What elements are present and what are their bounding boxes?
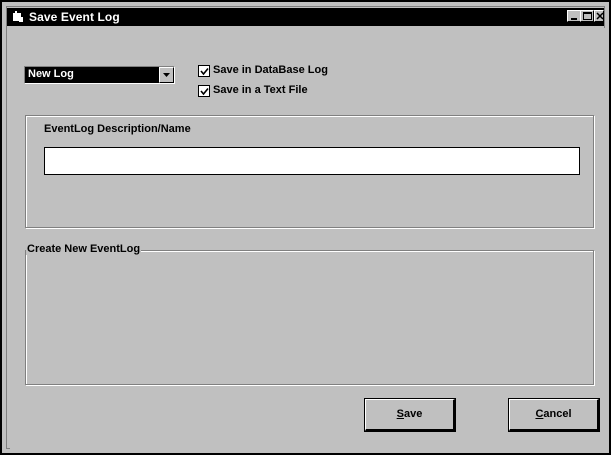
app-icon: [12, 11, 24, 23]
save-label-rest: ave: [403, 408, 423, 420]
dialog-client-area: New Log Save in DataBase Log Save in a T…: [10, 28, 605, 451]
log-select-value: New Log: [28, 68, 74, 80]
maximize-icon: [583, 12, 592, 20]
save-db-label: Save in DataBase Log: [213, 64, 328, 76]
create-eventlog-label: Create New EventLog: [26, 243, 142, 255]
close-button[interactable]: [594, 10, 604, 22]
log-select-dropdown[interactable]: New Log: [24, 66, 175, 84]
save-event-log-window: Save Event Log New Log Save in DataBase …: [0, 0, 611, 455]
save-db-checkbox[interactable]: Save in DataBase Log: [198, 64, 358, 78]
minimize-button[interactable]: [567, 10, 581, 22]
description-group-label: EventLog Description/Name: [43, 123, 192, 135]
close-icon: [596, 12, 604, 20]
window-title: Save Event Log: [29, 10, 120, 24]
create-eventlog-group: Create New EventLog: [25, 243, 594, 385]
description-group: EventLog Description/Name: [25, 115, 594, 228]
save-accel: S: [396, 408, 404, 420]
title-bar[interactable]: Save Event Log: [7, 8, 604, 26]
checkmark-icon: [200, 67, 209, 76]
save-db-check-box[interactable]: [198, 65, 210, 77]
cancel-label-rest: ancel: [543, 408, 572, 420]
save-text-checkbox[interactable]: Save in a Text File: [198, 84, 338, 98]
save-text-label: Save in a Text File: [213, 84, 308, 96]
save-text-check-box[interactable]: [198, 85, 210, 97]
save-button[interactable]: Save: [364, 398, 456, 432]
description-input[interactable]: [44, 147, 580, 175]
dropdown-button[interactable]: [159, 67, 174, 83]
minimize-icon: [571, 18, 577, 20]
maximize-button[interactable]: [580, 10, 594, 22]
cancel-button[interactable]: Cancel: [508, 398, 600, 432]
checkmark-icon: [200, 87, 209, 96]
chevron-down-icon: [163, 73, 170, 77]
